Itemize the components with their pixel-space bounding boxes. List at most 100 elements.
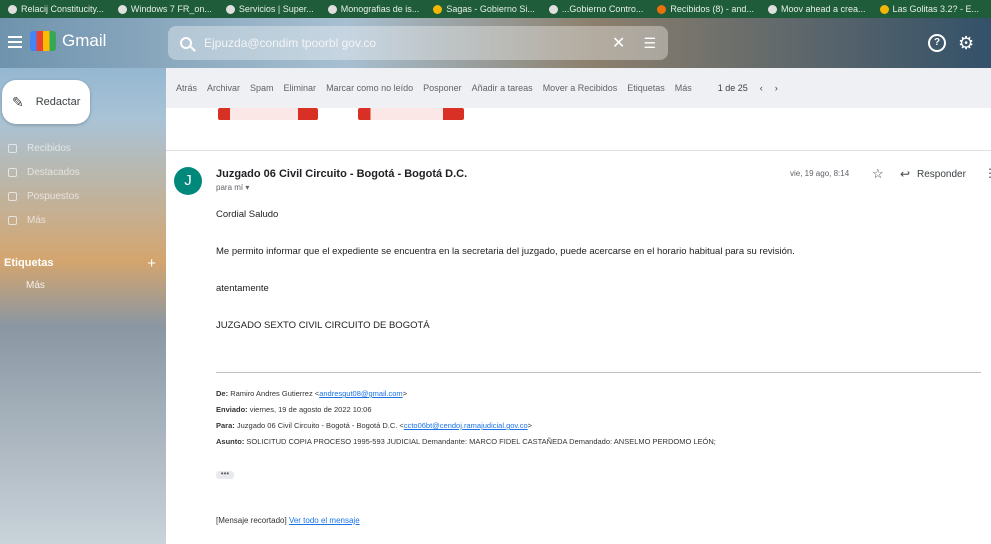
gear-icon[interactable]: ⚙ bbox=[958, 33, 974, 54]
quoted-to-email-link[interactable]: ccto06bt@cendoj.ramajudicial.gov.co bbox=[404, 421, 528, 430]
snooze-button[interactable]: Posponer bbox=[423, 83, 462, 93]
mark-unread-button[interactable]: Marcar como no leído bbox=[326, 83, 413, 93]
message-divider bbox=[166, 150, 991, 151]
sidebar-item-starred[interactable]: Destacados bbox=[0, 160, 166, 184]
app-header: Gmail ✕ ☰ ? ⚙ bbox=[0, 18, 991, 68]
sender-name[interactable]: Juzgado 06 Civil Circuito - Bogotá - Bog… bbox=[216, 168, 467, 180]
more-vert-icon[interactable]: ⋮ bbox=[984, 166, 991, 180]
bookmark-item[interactable]: Monografias de is... bbox=[327, 4, 420, 14]
message-date: vie, 19 ago, 8:14 bbox=[790, 169, 850, 178]
clipped-message-notice: [Mensaje recortado] Ver todo el mensaje bbox=[216, 516, 360, 525]
archive-button[interactable]: Archivar bbox=[207, 83, 240, 93]
bookmark-icon bbox=[548, 4, 558, 14]
search-icon[interactable] bbox=[180, 37, 192, 49]
close-icon[interactable]: ✕ bbox=[612, 33, 625, 53]
bookmark-label: Moov ahead a crea... bbox=[780, 4, 866, 14]
chevron-right-icon[interactable]: › bbox=[775, 83, 778, 93]
avatar[interactable]: J bbox=[174, 167, 202, 195]
bookmark-icon bbox=[657, 4, 667, 14]
bookmark-label: Recibidos (8) - and... bbox=[670, 4, 754, 14]
compose-label: Redactar bbox=[35, 96, 81, 108]
quoted-sent-label: Enviado: bbox=[216, 405, 248, 414]
quoted-sent-value: viernes, 19 de agosto de 2022 10:06 bbox=[249, 405, 372, 414]
quoted-to-close: > bbox=[527, 421, 533, 430]
sidebar: ✎ Redactar Recibidos Destacados Pospuest… bbox=[0, 68, 166, 544]
sidebar-item-label: Más bbox=[27, 214, 46, 226]
back-button[interactable]: Atrás bbox=[176, 83, 197, 93]
quoted-from-label: De: bbox=[216, 389, 229, 398]
filter-options-icon[interactable]: ☰ bbox=[643, 35, 656, 52]
bookmark-label: Las Golitas 3.2? - E... bbox=[892, 4, 980, 14]
quoted-from: De: Ramiro Andres Gutierrez <andresgut08… bbox=[216, 389, 407, 398]
search-input[interactable] bbox=[204, 36, 603, 50]
chevron-down-icon bbox=[8, 215, 17, 225]
bookmark-item[interactable]: Sagas - Gobierno Si... bbox=[433, 4, 535, 14]
message-toolbar: Atrás Archivar Spam Eliminar Marcar como… bbox=[166, 68, 991, 108]
sidebar-item-inbox[interactable]: Recibidos bbox=[0, 136, 166, 160]
show-trimmed-content-button[interactable]: ••• bbox=[216, 470, 234, 479]
move-to-inbox-button[interactable]: Mover a Recibidos bbox=[543, 83, 618, 93]
labels-heading: Etiquetas + bbox=[0, 252, 166, 274]
hamburger-menu-icon[interactable] bbox=[8, 36, 22, 48]
compose-button[interactable]: ✎ Redactar bbox=[2, 80, 90, 124]
bookmark-icon bbox=[433, 4, 443, 14]
more-button[interactable]: Más bbox=[675, 83, 692, 93]
sidebar-label-more[interactable]: Más bbox=[26, 280, 45, 291]
bookmark-icon bbox=[879, 4, 889, 14]
labels-heading-text: Etiquetas bbox=[4, 257, 54, 269]
reply-button[interactable]: Responder bbox=[917, 169, 966, 180]
star-icon[interactable]: ☆ bbox=[872, 166, 884, 182]
chevron-left-icon[interactable]: ‹ bbox=[760, 83, 763, 93]
bookmark-item[interactable]: Moov ahead a crea... bbox=[767, 4, 866, 14]
bookmark-item[interactable]: Relacij Constitucity... bbox=[8, 4, 104, 14]
bookmark-label: Relacij Constitucity... bbox=[21, 4, 104, 14]
reply-icon[interactable]: ↩ bbox=[900, 167, 910, 181]
message-panel: Atrás Archivar Spam Eliminar Marcar como… bbox=[166, 68, 991, 544]
bookmark-label: Monografias de is... bbox=[340, 4, 420, 14]
quoted-from-value: Ramiro Andres Gutierrez < bbox=[230, 389, 320, 398]
sidebar-item-label: Recibidos bbox=[27, 142, 71, 154]
bookmark-label: Windows 7 FR_on... bbox=[130, 4, 212, 14]
bookmark-icon bbox=[225, 4, 235, 14]
bookmark-item[interactable]: Las Golitas 3.2? - E... bbox=[879, 4, 980, 14]
gmail-logo[interactable]: Gmail bbox=[30, 31, 106, 51]
previous-attachments bbox=[218, 108, 464, 122]
quote-separator bbox=[216, 372, 981, 373]
add-label-icon[interactable]: + bbox=[147, 255, 156, 272]
attachment-chip[interactable] bbox=[218, 108, 318, 120]
quoted-subject-value: SOLICITUD COPIA PROCESO 1995-593 JUDICIA… bbox=[246, 437, 716, 446]
bookmark-label: Servicios | Super... bbox=[238, 4, 314, 14]
clipped-message-label: [Mensaje recortado] bbox=[216, 516, 287, 525]
bookmark-item[interactable]: ...Gobierno Contro... bbox=[548, 4, 644, 14]
bookmark-icon bbox=[8, 4, 17, 14]
recipient-toggle[interactable]: para mí ▾ bbox=[216, 183, 249, 192]
quoted-from-close: > bbox=[402, 389, 408, 398]
star-icon bbox=[8, 167, 17, 177]
bookmark-item[interactable]: Servicios | Super... bbox=[225, 4, 314, 14]
bookmark-item[interactable]: Recibidos (8) - and... bbox=[657, 4, 754, 14]
quoted-from-email-link[interactable]: andresgut08@gmail.com bbox=[319, 389, 403, 398]
sidebar-item-label: Pospuestos bbox=[27, 190, 80, 202]
pager-count: 1 de 25 bbox=[717, 83, 748, 93]
search-bar[interactable]: ✕ ☰ bbox=[168, 26, 668, 60]
view-entire-message-link[interactable]: Ver todo el mensaje bbox=[289, 516, 360, 525]
sidebar-item-more[interactable]: Más bbox=[0, 208, 166, 232]
bookmark-label: Sagas - Gobierno Si... bbox=[446, 4, 535, 14]
quoted-subject: Asunto: SOLICITUD COPIA PROCESO 1995-593… bbox=[216, 437, 716, 446]
pencil-icon: ✎ bbox=[12, 93, 24, 110]
attachment-chip[interactable] bbox=[358, 108, 464, 120]
bookmark-icon bbox=[117, 4, 127, 14]
delete-button[interactable]: Eliminar bbox=[284, 83, 317, 93]
bookmark-item[interactable]: Windows 7 FR_on... bbox=[117, 4, 212, 14]
spam-button[interactable]: Spam bbox=[250, 83, 274, 93]
sidebar-item-snoozed[interactable]: Pospuestos bbox=[0, 184, 166, 208]
app-name: Gmail bbox=[62, 31, 107, 50]
quoted-to-label: Para: bbox=[216, 421, 235, 430]
bookmark-label: ...Gobierno Contro... bbox=[561, 4, 644, 14]
add-to-tasks-button[interactable]: Añadir a tareas bbox=[472, 83, 533, 93]
pager: 1 de 25 ‹ › bbox=[718, 83, 778, 93]
clock-icon bbox=[8, 191, 17, 201]
labels-button[interactable]: Etiquetas bbox=[627, 83, 665, 93]
greeting: Cordial Saludo bbox=[216, 209, 279, 220]
help-icon[interactable]: ? bbox=[928, 34, 946, 52]
